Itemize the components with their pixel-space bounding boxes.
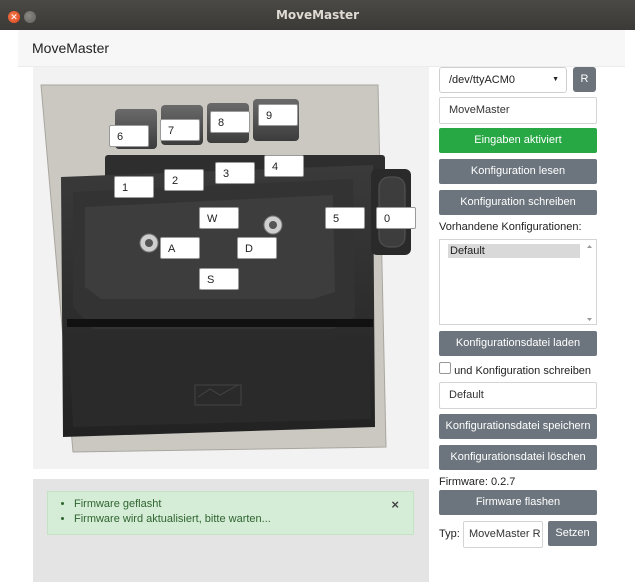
window-title: MoveMaster — [275, 8, 360, 22]
key-label-4[interactable]: 4 — [264, 155, 304, 177]
port-select-value: /dev/ttyACM0 — [449, 74, 516, 86]
also-write-row: und Konfiguration schreiben — [439, 362, 609, 377]
key-label-2[interactable]: 2 — [164, 169, 204, 191]
config-list-item[interactable]: Default — [448, 244, 580, 258]
app-title: MoveMaster — [32, 40, 110, 56]
also-write-checkbox[interactable] — [439, 362, 451, 374]
app-header: MoveMaster — [18, 30, 625, 67]
config-listbox[interactable]: Default — [439, 239, 597, 325]
firmware-version: Firmware: 0.2.7 — [439, 476, 516, 488]
key-label-a[interactable]: A — [160, 237, 200, 259]
message-area: Firmware geflasht Firmware wird aktualis… — [33, 479, 429, 582]
listbox-scrollbar[interactable] — [585, 242, 594, 324]
key-label-9[interactable]: 9 — [258, 104, 298, 126]
save-config-file-button[interactable]: Konfigurationsdatei speichern — [439, 414, 597, 439]
key-label-d[interactable]: D — [237, 237, 277, 259]
key-label-0[interactable]: 0 — [376, 207, 416, 229]
also-write-label: und Konfiguration schreiben — [454, 365, 592, 377]
load-config-file-button[interactable]: Konfigurationsdatei laden — [439, 331, 597, 356]
device-name-input[interactable]: MoveMaster — [439, 97, 597, 124]
window-titlebar: ✕ MoveMaster — [0, 0, 635, 30]
set-type-button[interactable]: Setzen — [548, 521, 597, 546]
message-item: Firmware wird aktualisiert, bitte warten… — [74, 512, 413, 527]
write-config-button[interactable]: Konfiguration schreiben — [439, 190, 597, 215]
inputs-active-button[interactable]: Eingaben aktiviert — [439, 128, 597, 153]
key-label-5[interactable]: 5 — [325, 207, 365, 229]
type-input[interactable]: MoveMaster R — [463, 521, 543, 548]
flash-firmware-button[interactable]: Firmware flashen — [439, 490, 597, 515]
refresh-ports-button[interactable]: R — [573, 67, 596, 92]
key-label-3[interactable]: 3 — [215, 162, 255, 184]
message-list: Firmware geflasht Firmware wird aktualis… — [48, 497, 413, 527]
device-image: 6 7 8 9 1 2 3 4 W A D S 5 0 — [33, 67, 429, 469]
key-label-6[interactable]: 6 — [109, 125, 149, 147]
config-name-input[interactable]: Default — [439, 382, 597, 409]
key-label-1[interactable]: 1 — [114, 176, 154, 198]
existing-configs-label: Vorhandene Konfigurationen: — [439, 221, 582, 233]
message-item: Firmware geflasht — [74, 497, 413, 512]
key-label-8[interactable]: 8 — [210, 111, 250, 133]
type-label: Typ: — [439, 528, 460, 540]
key-label-w[interactable]: W — [199, 207, 239, 229]
read-config-button[interactable]: Konfiguration lesen — [439, 159, 597, 184]
key-label-s[interactable]: S — [199, 268, 239, 290]
success-alert: Firmware geflasht Firmware wird aktualis… — [47, 491, 414, 535]
close-alert-icon[interactable]: × — [391, 497, 399, 512]
chevron-down-icon: ▼ — [552, 76, 559, 83]
delete-config-file-button[interactable]: Konfigurationsdatei löschen — [439, 445, 597, 470]
port-select[interactable]: /dev/ttyACM0 ▼ — [439, 67, 567, 93]
key-label-7[interactable]: 7 — [160, 119, 200, 141]
